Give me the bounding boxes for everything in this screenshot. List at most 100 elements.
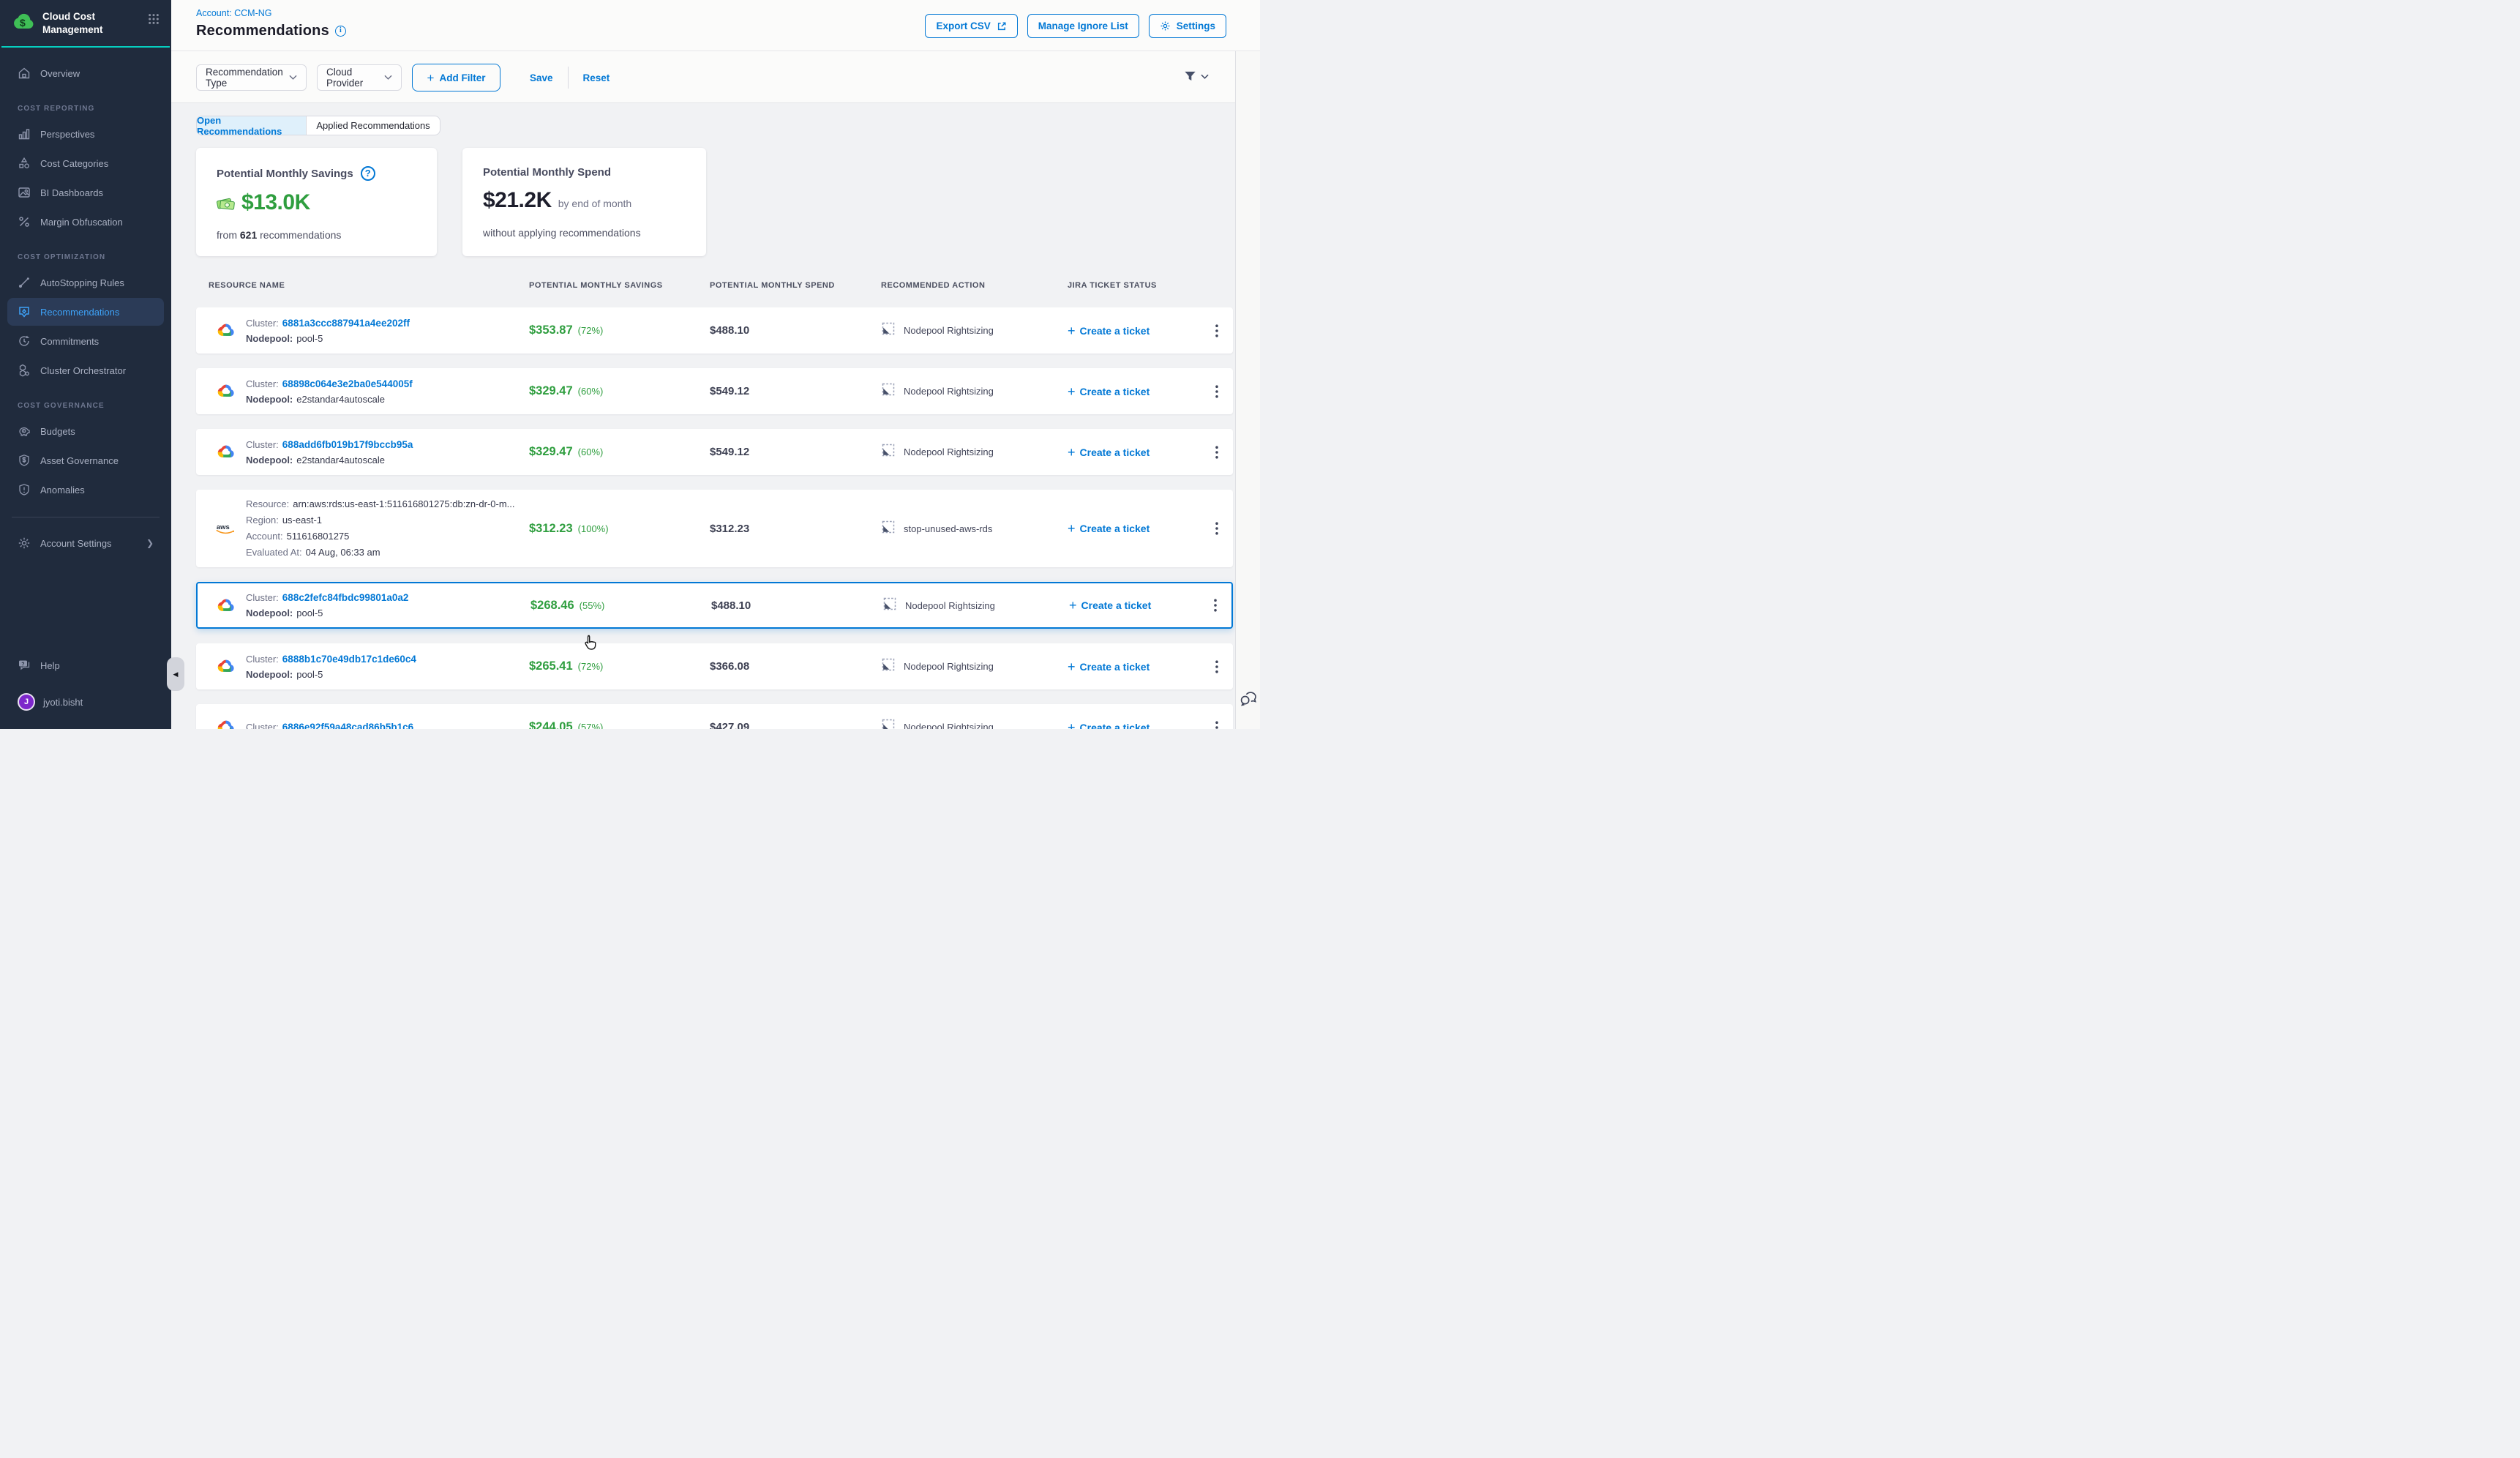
sidebar-user[interactable]: J jyoti.bisht: [7, 688, 164, 716]
page-title: Recommendations: [196, 23, 329, 40]
chat-bubbles-icon[interactable]: [1239, 689, 1257, 710]
table-row[interactable]: Cluster:688add6fb019b17f9bccb95aNodepool…: [196, 429, 1233, 475]
sidebar-item-label: Margin Obfuscation: [40, 217, 123, 228]
resource-link[interactable]: 6886e92f59a48cad86b5b1c6: [282, 722, 413, 729]
create-ticket-link[interactable]: +Create a ticket: [1068, 522, 1150, 535]
resource-cell: Cluster:688add6fb019b17f9bccb95aNodepool…: [196, 437, 529, 468]
plus-icon: +: [1068, 660, 1076, 673]
recommendation-type-dropdown[interactable]: Recommendation Type: [196, 64, 307, 91]
page-header: Account: CCM-NG Recommendations i Export…: [171, 0, 1260, 51]
hex-icon: [18, 364, 31, 377]
sidebar-item-cost-categories[interactable]: Cost Categories: [7, 149, 164, 177]
action-cell: Nodepool Rightsizing: [882, 597, 1069, 615]
jira-cell: +Create a ticket: [1068, 704, 1233, 729]
sidebar-item-bi-dashboards[interactable]: BI Dashboards: [7, 179, 164, 206]
kebab-menu-icon[interactable]: [1212, 657, 1221, 676]
filter-panel-toggle[interactable]: [1183, 70, 1209, 83]
create-ticket-link[interactable]: +Create a ticket: [1068, 446, 1150, 459]
savings-percent: (72%): [578, 661, 604, 672]
table-row[interactable]: awsResource:arn:aws:rds:us-east-1:511616…: [196, 490, 1233, 567]
resource-link[interactable]: 68898c064e3e2ba0e544005f: [282, 378, 413, 389]
savings-value: $244.05: [529, 720, 573, 729]
resource-lines: Cluster:688c2fefc84fbdc99801a0a2Nodepool…: [246, 590, 408, 621]
resource-line: Nodepool:pool-5: [246, 605, 408, 621]
create-ticket-link[interactable]: + Create a ticket: [1068, 660, 1150, 673]
export-csv-button[interactable]: Export CSV: [925, 14, 1017, 38]
resource-link[interactable]: 688c2fefc84fbdc99801a0a2: [282, 592, 409, 603]
sidebar-item-cluster-orchestrator[interactable]: Cluster Orchestrator: [7, 356, 164, 384]
manage-ignore-list-button[interactable]: Manage Ignore List: [1027, 14, 1139, 38]
create-ticket-label: Create a ticket: [1080, 661, 1150, 673]
module-switcher-icon[interactable]: [148, 13, 160, 29]
save-filter-link[interactable]: Save: [530, 72, 553, 83]
tab-applied-recommendations[interactable]: Applied Recommendations: [307, 116, 440, 135]
create-ticket-link[interactable]: +Create a ticket: [1068, 324, 1150, 337]
kebab-menu-icon[interactable]: [1212, 718, 1221, 730]
action-label: Nodepool Rightsizing: [904, 722, 994, 729]
resource-lines: Cluster:6886e92f59a48cad86b5b1c6: [246, 719, 413, 729]
kebab-menu-icon[interactable]: [1212, 519, 1221, 538]
resource-link[interactable]: 6881a3ccc887941a4ee202ff: [282, 318, 410, 329]
table-row[interactable]: Cluster:688c2fefc84fbdc99801a0a2Nodepool…: [196, 582, 1233, 629]
sidebar-item-anomalies[interactable]: Anomalies: [7, 476, 164, 504]
rightsizing-icon: [881, 718, 896, 729]
module-title: Cloud Cost Management: [42, 10, 129, 36]
sidebar-item-label: Help: [40, 660, 60, 671]
create-ticket-label: Create a ticket: [1081, 599, 1152, 611]
sidebar-item-overview[interactable]: Overview: [7, 59, 164, 87]
right-gutter: [1235, 51, 1260, 729]
create-ticket-link[interactable]: +Create a ticket: [1068, 385, 1150, 398]
plus-icon: +: [1068, 385, 1076, 398]
spend-cell: $366.08: [710, 660, 881, 673]
rightsizing-icon: [881, 321, 896, 340]
savings-subtext: from 621 recommendations: [217, 229, 416, 241]
savings-cell: $312.23(100%): [529, 522, 710, 536]
table-row[interactable]: Cluster:6888b1c70e49db17c1de60c4Nodepool…: [196, 643, 1233, 689]
chevron-right-icon: ❯: [146, 538, 154, 548]
sidebar-item-perspectives[interactable]: Perspectives: [7, 120, 164, 148]
savings-cell: $244.05(57%): [529, 720, 710, 729]
help-circle-icon[interactable]: ?: [361, 166, 375, 181]
kebab-menu-icon[interactable]: [1212, 443, 1221, 462]
sidebar-item-recommendations[interactable]: Recommendations: [7, 298, 164, 326]
sidebar-item-margin-obfuscation[interactable]: Margin Obfuscation: [7, 208, 164, 236]
piggy-icon: [18, 425, 31, 438]
resource-link[interactable]: 6888b1c70e49db17c1de60c4: [282, 654, 416, 665]
create-ticket-link[interactable]: +Create a ticket: [1068, 721, 1150, 730]
sidebar-section-label: COST OPTIMIZATION: [0, 237, 171, 267]
breadcrumb[interactable]: Account: CCM-NG: [196, 8, 272, 18]
kebab-menu-icon[interactable]: [1211, 596, 1220, 615]
table-row[interactable]: Cluster:6886e92f59a48cad86b5b1c6 $244.05(…: [196, 704, 1233, 729]
sidebar-item-label: BI Dashboards: [40, 187, 103, 198]
cloud-provider-dropdown[interactable]: Cloud Provider: [317, 64, 402, 91]
kebab-menu-icon[interactable]: [1212, 382, 1221, 401]
sidebar-item-autostopping-rules[interactable]: AutoStopping Rules: [7, 269, 164, 296]
avatar: J: [18, 693, 35, 711]
sidebar-item-asset-governance[interactable]: Asset Governance: [7, 446, 164, 474]
resource-link[interactable]: 688add6fb019b17f9bccb95a: [282, 439, 413, 450]
rightsizing-icon: [882, 597, 897, 615]
reset-filter-link[interactable]: Reset: [583, 72, 610, 83]
settings-button[interactable]: Settings: [1149, 14, 1226, 38]
table-row[interactable]: Cluster:68898c064e3e2ba0e544005fNodepool…: [196, 368, 1233, 414]
create-ticket-label: Create a ticket: [1080, 325, 1150, 337]
column-header: POTENTIAL MONTHLY SPEND: [710, 281, 881, 290]
table-row[interactable]: Cluster:6881a3ccc887941a4ee202ffNodepool…: [196, 307, 1233, 354]
column-header: JIRA TICKET STATUS: [1068, 281, 1233, 290]
sidebar-item-budgets[interactable]: Budgets: [7, 417, 164, 445]
sidebar-item-help[interactable]: ? Help: [7, 651, 164, 679]
plus-icon: +: [1068, 446, 1076, 459]
info-icon[interactable]: i: [335, 26, 346, 37]
tab-open-recommendations[interactable]: Open Recommendations: [197, 116, 307, 135]
kebab-menu-icon[interactable]: [1212, 321, 1221, 340]
image-icon: [18, 186, 31, 199]
sidebar-item-account-settings[interactable]: Account Settings ❯: [7, 529, 164, 557]
resource-value: arn:aws:rds:us-east-1:511616801275:db:zn…: [293, 498, 514, 509]
sidebar-item-commitments[interactable]: Commitments: [7, 327, 164, 355]
create-ticket-link[interactable]: +Create a ticket: [1069, 599, 1151, 612]
sidebar-collapse-handle[interactable]: ◀: [167, 657, 184, 691]
clock-icon: [18, 334, 31, 348]
spend-cell: $312.23: [710, 523, 881, 535]
chevron-down-icon: [1201, 74, 1209, 80]
add-filter-button[interactable]: + Add Filter: [412, 64, 500, 91]
